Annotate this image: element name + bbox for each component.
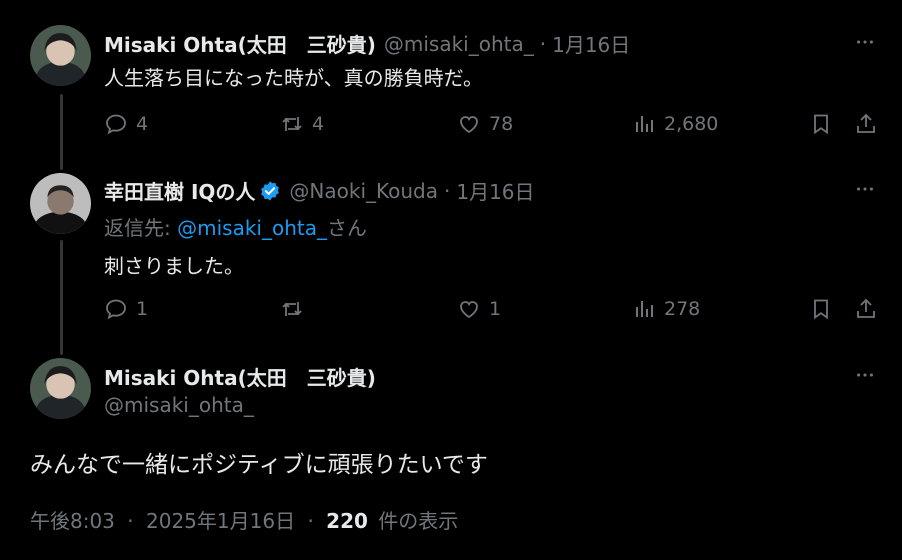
tweet-text: 人生落ち目になった時が、真の勝負時だ。 <box>104 66 483 90</box>
more-button[interactable] <box>850 174 880 204</box>
tweet-full-date[interactable]: 2025年1月16日 <box>146 509 295 533</box>
reply-count: 4 <box>136 113 149 135</box>
thread-line <box>60 240 63 355</box>
bookmark-button[interactable] <box>809 294 833 324</box>
more-button[interactable] <box>850 27 880 57</box>
tweet-meta: 午後8:03 · 2025年1月16日 · 220 件の表示 <box>30 505 458 534</box>
tweet-header: Misaki Ohta(太田 三砂貴) @misaki_ohta_ · 1月16… <box>104 29 630 58</box>
author-handle[interactable]: @Naoki_Kouda <box>289 179 438 203</box>
views-count: 278 <box>664 298 701 320</box>
like-count: 1 <box>489 298 502 320</box>
main-tweet-author: Misaki Ohta(太田 三砂貴) <box>104 362 376 391</box>
avatar[interactable] <box>30 25 91 86</box>
views-icon <box>636 301 653 317</box>
tweet-date[interactable]: 1月16日 <box>552 29 630 58</box>
like-icon <box>460 116 478 134</box>
more-button[interactable] <box>850 360 880 390</box>
avatar[interactable] <box>30 173 91 234</box>
bookmark-button[interactable] <box>809 109 833 139</box>
tweet-text: 刺さりました。 <box>104 254 244 278</box>
like-icon <box>460 301 478 319</box>
repost-icon <box>282 117 302 131</box>
views-label: 件の表示 <box>378 509 459 533</box>
avatar[interactable] <box>30 358 91 419</box>
tweet-date[interactable]: 1月16日 <box>456 176 534 205</box>
share-icon <box>857 298 875 318</box>
share-icon <box>857 113 875 133</box>
views-count: 2,680 <box>664 113 719 135</box>
tweet-header: 幸田直樹 IQの人 @Naoki_Kouda · 1月16日 <box>104 176 535 205</box>
bookmark-icon <box>814 114 828 135</box>
reply-to: 返信先: @misaki_ohta_さん <box>104 212 367 241</box>
reply-icon <box>106 299 126 320</box>
views-button[interactable]: 2,680 <box>632 109 718 139</box>
reply-to-prefix: 返信先: <box>104 216 178 240</box>
more-icon <box>857 187 873 191</box>
thread-line <box>60 94 63 170</box>
main-tweet-text: みんなで一緒にポジティブに頑張りたいです <box>30 452 488 478</box>
separator: · <box>443 178 451 203</box>
reply-to-link[interactable]: @misaki_ohta_ <box>177 216 327 240</box>
bookmark-icon <box>814 299 828 320</box>
author-name[interactable]: Misaki Ohta(太田 三砂貴) <box>104 29 376 58</box>
reply-icon <box>106 114 126 135</box>
repost-button[interactable] <box>280 294 312 324</box>
views-icon <box>636 116 653 132</box>
repost-button[interactable]: 4 <box>280 109 324 139</box>
more-icon <box>857 40 873 44</box>
like-button[interactable]: 78 <box>457 109 513 139</box>
reply-to-suffix: さん <box>326 216 367 240</box>
more-icon <box>857 373 873 377</box>
separator: · <box>307 509 314 533</box>
verified-badge-icon <box>259 180 281 202</box>
repost-count: 4 <box>312 113 325 135</box>
views-button[interactable]: 278 <box>632 294 700 324</box>
reply-button[interactable]: 1 <box>104 294 148 324</box>
share-button[interactable] <box>854 109 878 139</box>
like-count: 78 <box>489 113 514 135</box>
separator: · <box>127 509 134 533</box>
tweet-time[interactable]: 午後8:03 <box>30 509 115 533</box>
separator: · <box>539 31 547 56</box>
author-name[interactable]: Misaki Ohta(太田 三砂貴) <box>104 362 376 391</box>
reply-button[interactable]: 4 <box>104 109 148 139</box>
views-count[interactable]: 220 <box>326 509 368 533</box>
share-button[interactable] <box>854 294 878 324</box>
author-handle[interactable]: @misaki_ohta_ <box>104 393 254 417</box>
like-button[interactable]: 1 <box>457 294 501 324</box>
main-tweet-handle-row: @misaki_ohta_ <box>104 393 254 417</box>
author-name[interactable]: 幸田直樹 IQの人 <box>104 176 255 205</box>
reply-count: 1 <box>136 298 149 320</box>
repost-icon <box>282 302 302 316</box>
author-handle[interactable]: @misaki_ohta_ <box>384 32 534 56</box>
